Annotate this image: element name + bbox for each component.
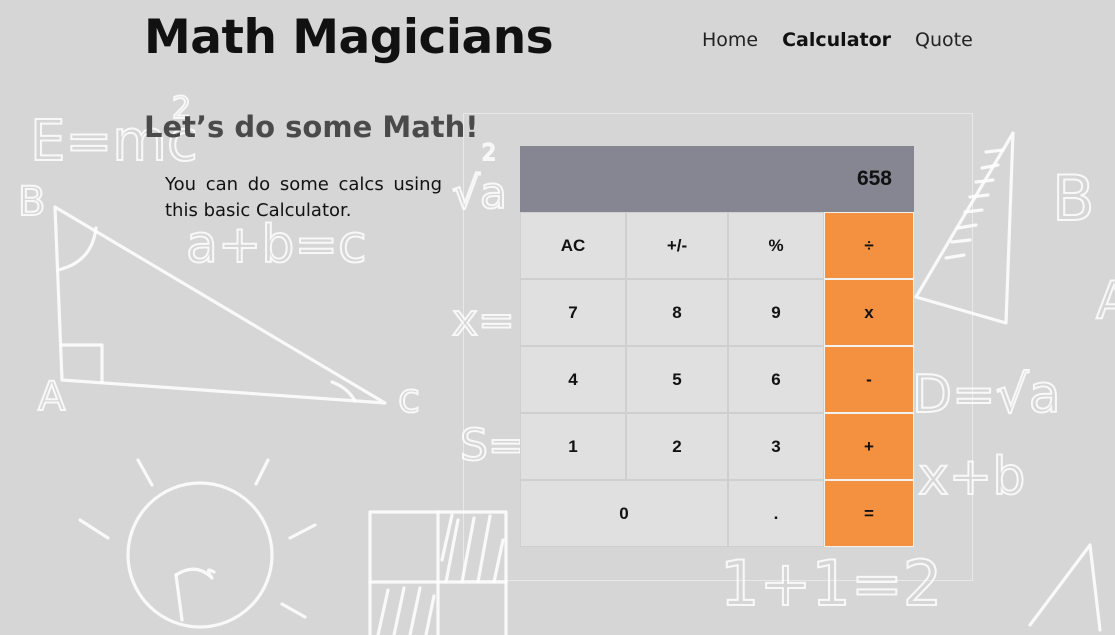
equals-button[interactable]: = (824, 480, 914, 547)
calculator-display: 658 (520, 146, 914, 212)
ac-button[interactable]: AC (520, 212, 626, 279)
svg-text:c: c (398, 376, 420, 422)
svg-text:A: A (1096, 271, 1115, 331)
svg-text:B: B (1052, 162, 1095, 235)
calculator-keypad: AC +/-% ÷ 7 8 9 x 4 5 6- 1 2 3 +0. = (520, 212, 914, 547)
nav-home-link[interactable]: Home (702, 29, 758, 51)
digit-7-button[interactable]: 7 (520, 279, 626, 346)
svg-text:a+b=c: a+b=c (186, 215, 367, 275)
nav-calculator-link[interactable]: Calculator (782, 29, 891, 51)
main-nav: Home Calculator Quote (702, 29, 973, 51)
digit-6-button[interactable]: 6 (728, 346, 824, 413)
subtract-button[interactable]: - (824, 346, 914, 413)
add-button[interactable]: + (824, 413, 914, 480)
digit-4-button[interactable]: 4 (520, 346, 626, 413)
decimal-button[interactable]: . (728, 480, 824, 547)
digit-5-button[interactable]: 5 (626, 346, 728, 413)
percent-button[interactable]: % (728, 212, 824, 279)
digit-0-button[interactable]: 0 (520, 480, 728, 547)
digit-9-button[interactable]: 9 (728, 279, 824, 346)
app-logo[interactable]: Math Magicians (144, 10, 554, 65)
nav-quote-link[interactable]: Quote (915, 29, 973, 51)
sign-toggle-button[interactable]: +/- (626, 212, 728, 279)
digit-3-button[interactable]: 3 (728, 413, 824, 480)
page-description: You can do some calcs using this basic C… (165, 174, 442, 221)
digit-1-button[interactable]: 1 (520, 413, 626, 480)
digit-8-button[interactable]: 8 (626, 279, 728, 346)
divide-button[interactable]: ÷ (824, 212, 914, 279)
calculator: 658 AC +/-% ÷ 7 8 9 x 4 5 6- 1 2 3 +0. = (520, 146, 914, 547)
digit-2-button[interactable]: 2 (626, 413, 728, 480)
page-heading: Let’s do some Math! (144, 110, 479, 144)
svg-text:A: A (38, 374, 66, 420)
svg-text:B: B (18, 179, 45, 225)
multiply-button[interactable]: x (824, 279, 914, 346)
